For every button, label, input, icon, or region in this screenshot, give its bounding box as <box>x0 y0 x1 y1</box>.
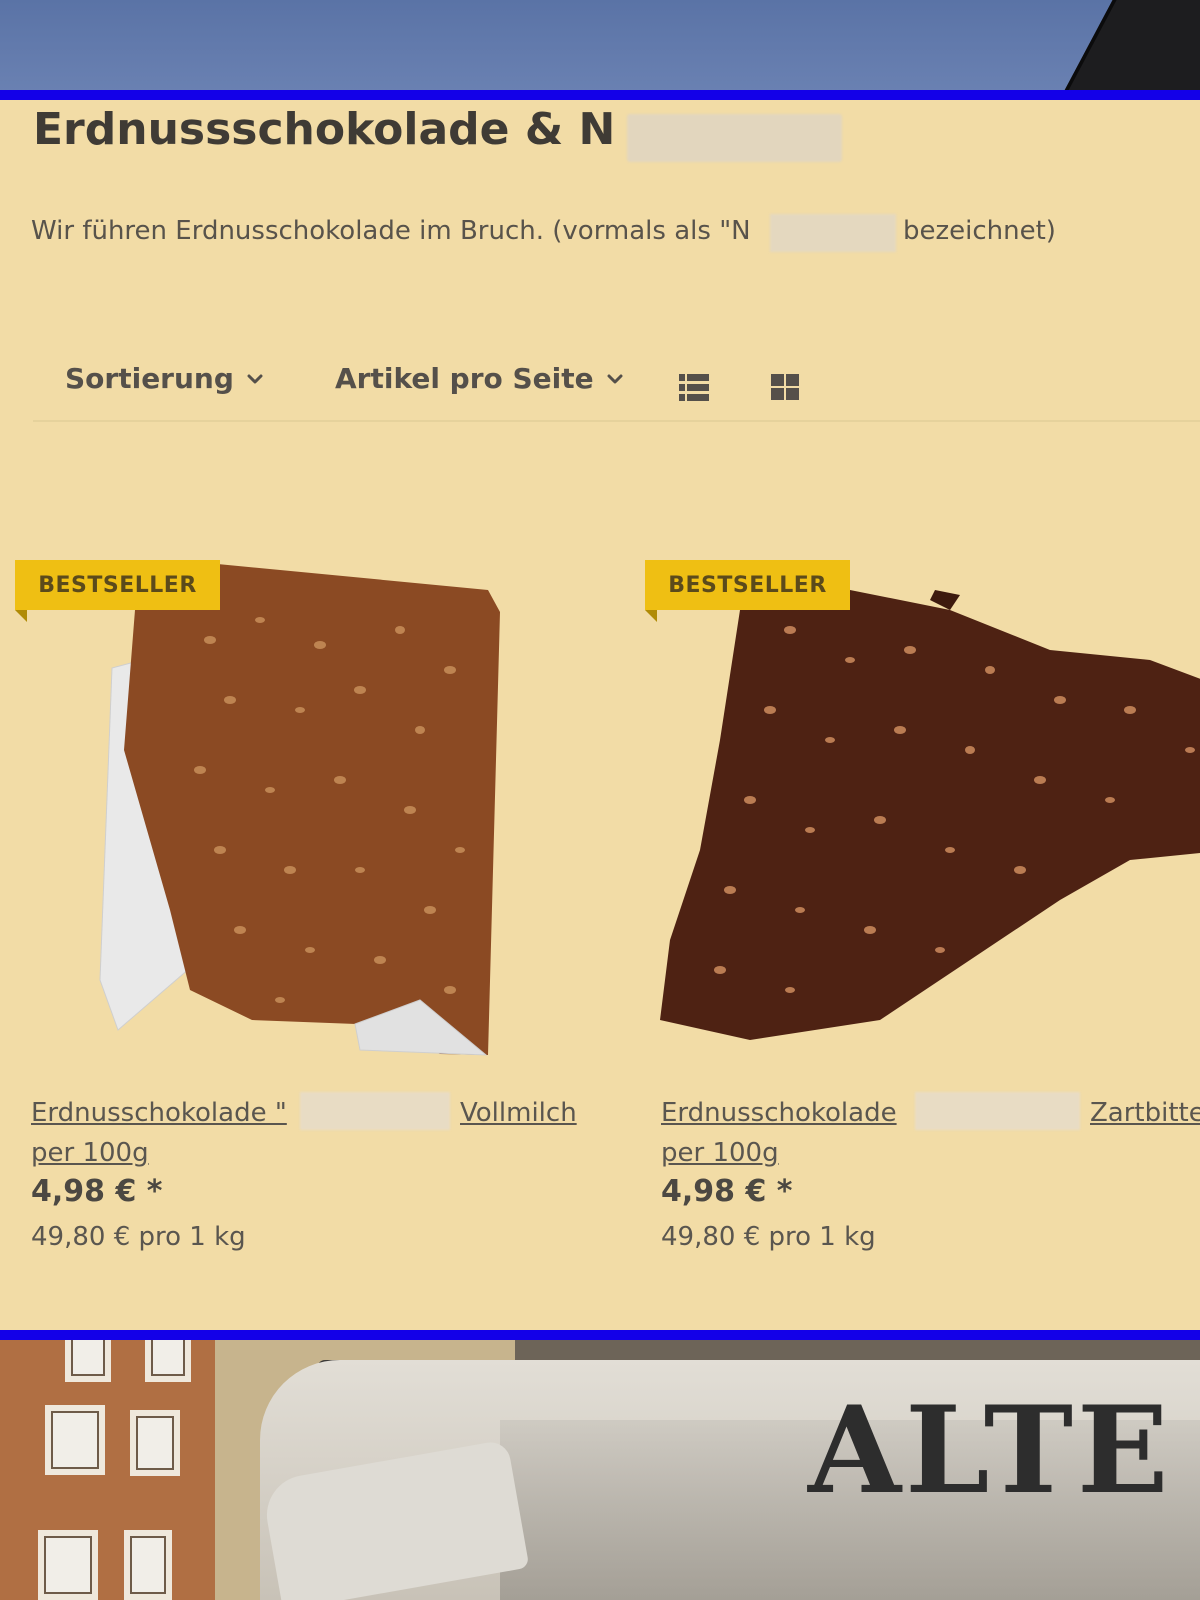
product-price: 4,98 € * <box>31 1174 163 1209</box>
shop-screenshot: Erdnussschokolade & N Wir führen Erdnuss… <box>0 100 1200 1330</box>
building-left <box>0 1340 215 1600</box>
badge-ribbon <box>15 610 27 622</box>
name-redaction <box>915 1092 1080 1130</box>
frame-bottom-line <box>0 1330 1200 1340</box>
per-page-label: Artikel pro Seite <box>335 362 594 395</box>
category-description: Wir führen Erdnusschokolade im Bruch. (v… <box>31 216 751 246</box>
chevron-down-icon <box>247 374 263 383</box>
category-description-end: bezeichnet) <box>903 216 1056 246</box>
bestseller-badge: BESTSELLER <box>15 560 220 610</box>
product-name-link[interactable]: Erdnusschokolade <box>661 1092 897 1134</box>
badge-ribbon <box>645 610 657 622</box>
product-card[interactable]: BESTSELLER Erdnusschokolade " Vollmilch … <box>0 560 600 1300</box>
description-redaction <box>770 214 896 252</box>
listing-toolbar: Sortierung Artikel pro Seite <box>33 350 1200 422</box>
name-redaction <box>300 1092 450 1130</box>
window <box>145 1340 191 1382</box>
product-base-price: 49,80 € pro 1 kg <box>661 1222 876 1252</box>
title-redaction <box>627 114 842 162</box>
window <box>124 1530 172 1600</box>
window <box>130 1410 180 1476</box>
product-base-price: 49,80 € pro 1 kg <box>31 1222 246 1252</box>
window <box>45 1405 105 1475</box>
window <box>65 1340 111 1382</box>
chevron-down-icon <box>607 374 623 383</box>
bestseller-badge: BESTSELLER <box>645 560 850 610</box>
page-title: Erdnussschokolade & N <box>33 104 616 155</box>
product-card[interactable]: BESTSELLER Erdnusschokolade Zartbitter p… <box>630 560 1200 1300</box>
street-photo: ALTE <box>0 1340 1200 1600</box>
product-unit[interactable]: per 100g <box>661 1132 779 1174</box>
awning-lettering: ALTE <box>808 1380 1173 1521</box>
sort-dropdown[interactable]: Sortierung <box>65 362 264 395</box>
product-name-link[interactable]: Erdnusschokolade " <box>31 1092 287 1134</box>
grid-view-icon[interactable] <box>770 372 800 402</box>
list-view-icon[interactable] <box>679 372 709 402</box>
product-name-end[interactable]: Vollmilch <box>460 1092 577 1134</box>
sky-background <box>0 0 1200 92</box>
product-name-end[interactable]: Zartbitter <box>1090 1092 1200 1134</box>
frame-top-line <box>0 90 1200 100</box>
product-image[interactable] <box>630 550 1200 1080</box>
window <box>38 1530 98 1600</box>
sky-awning <box>1054 0 1200 92</box>
sort-label: Sortierung <box>65 362 234 395</box>
per-page-dropdown[interactable]: Artikel pro Seite <box>335 362 624 395</box>
product-price: 4,98 € * <box>661 1174 793 1209</box>
product-image[interactable] <box>0 550 600 1080</box>
product-unit[interactable]: per 100g <box>31 1132 149 1174</box>
